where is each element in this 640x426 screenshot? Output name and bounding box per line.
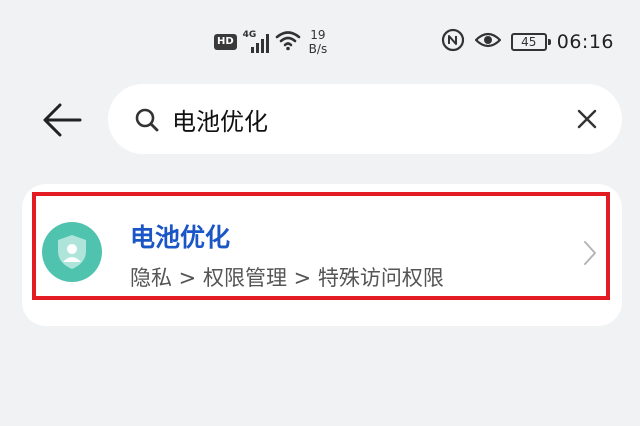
back-button[interactable]: [40, 100, 84, 140]
battery-level: 45: [521, 35, 537, 49]
signal-icon: 4G: [243, 30, 269, 53]
status-time: 06:16: [556, 31, 614, 53]
close-icon[interactable]: [574, 106, 600, 132]
net-speed-value: 19: [310, 28, 326, 42]
status-right-group: 45 06:16: [441, 28, 614, 56]
net-speed: 19 B/s: [309, 28, 328, 56]
wifi-icon: [275, 29, 301, 55]
hd-icon: HD: [214, 34, 237, 50]
status-left-group: HD 4G 19 B/s: [214, 26, 327, 58]
eye-icon: [474, 30, 502, 54]
shield-user-icon: [42, 222, 102, 282]
arrow-left-icon: [43, 103, 82, 137]
status-bar: HD 4G 19 B/s 45 06:16: [0, 0, 640, 70]
net-speed-unit: B/s: [308, 42, 328, 56]
result-title: 电池优化: [130, 223, 231, 252]
search-bar[interactable]: [108, 84, 622, 154]
chevron-right-icon: [584, 241, 596, 265]
search-icon: [135, 108, 159, 132]
result-breadcrumb: 隐私 > 权限管理 > 特殊访问权限: [130, 266, 444, 290]
battery-icon: 45: [510, 33, 551, 51]
nfc-icon: [441, 28, 465, 56]
result-item-battery-optimization[interactable]: 电池优化 隐私 > 权限管理 > 特殊访问权限: [36, 196, 606, 296]
search-input[interactable]: [172, 98, 552, 140]
